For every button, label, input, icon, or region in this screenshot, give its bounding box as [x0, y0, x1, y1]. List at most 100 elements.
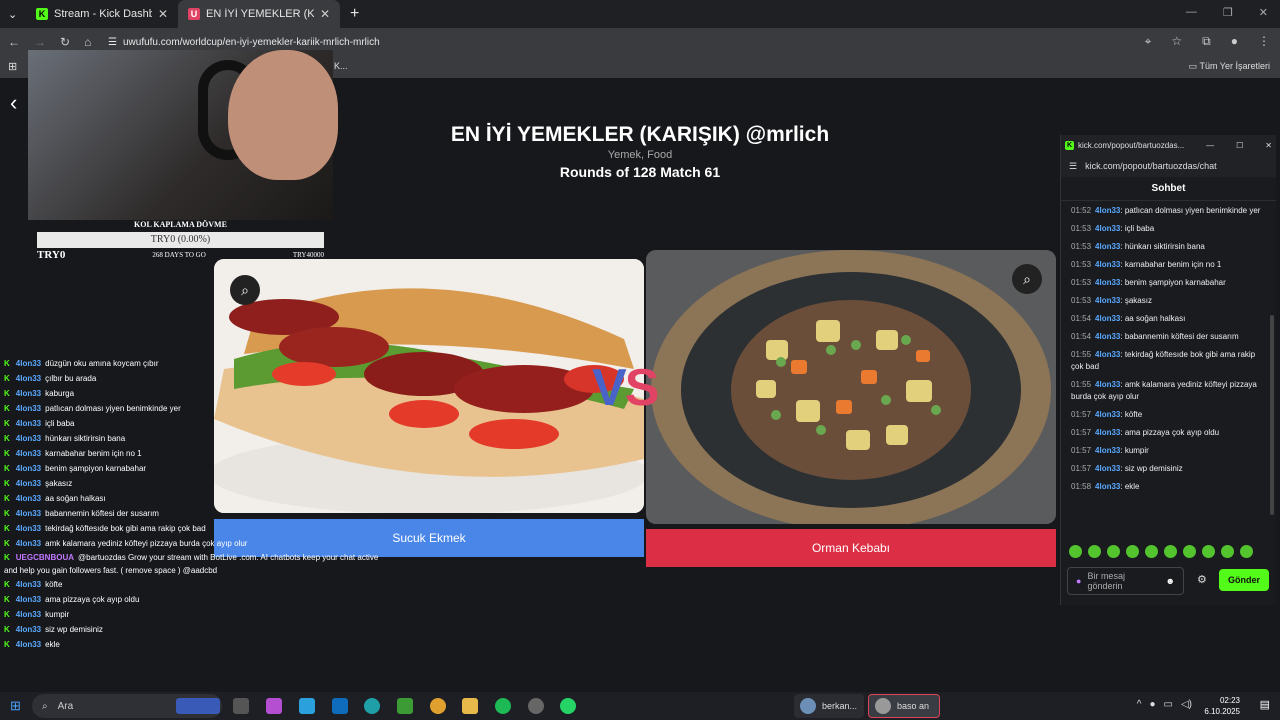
chat-username[interactable]: 4lon33 — [1095, 350, 1120, 359]
bookmark-star-icon[interactable]: ☆ — [1171, 34, 1182, 49]
chat-username[interactable]: 4lon33 — [16, 449, 41, 458]
reload-icon[interactable]: ↻ — [60, 35, 70, 49]
chat-username[interactable]: 4lon33 — [1095, 260, 1120, 269]
chrome-icon[interactable] — [430, 698, 446, 714]
chat-username[interactable]: 4lon33 — [16, 464, 41, 473]
volume-icon[interactable]: ◁) — [1181, 699, 1192, 710]
forward-icon[interactable]: → — [34, 35, 46, 49]
chat-username[interactable]: 4lon33 — [1095, 410, 1120, 419]
chat-username[interactable]: 4lon33 — [1095, 278, 1120, 287]
new-tab-button[interactable]: + — [340, 0, 366, 28]
minimize-icon[interactable]: — — [1206, 141, 1214, 150]
back-icon[interactable]: ← — [8, 35, 20, 49]
emote-icon[interactable] — [1240, 545, 1253, 558]
emote-icon[interactable] — [1088, 545, 1101, 558]
chat-username[interactable]: 4lon33 — [16, 419, 41, 428]
chat-username[interactable]: 4lon33 — [1095, 314, 1120, 323]
url-field[interactable]: ☰ uwufufu.com/worldcup/en-iyi-yemekler-k… — [108, 32, 380, 52]
tab-search-button[interactable]: ⌄ — [0, 0, 26, 28]
emoji-icon[interactable]: ☻ — [1166, 576, 1175, 586]
chat-username[interactable]: 4lon33 — [1095, 296, 1120, 305]
restore-icon[interactable]: ☐ — [1236, 141, 1243, 150]
microphone-icon[interactable]: ● — [1076, 576, 1081, 586]
whatsapp-icon[interactable] — [560, 698, 576, 714]
emote-icon[interactable] — [1164, 545, 1177, 558]
chat-username[interactable]: 4lon33 — [1095, 428, 1120, 437]
chat-username[interactable]: 4lon33 — [16, 539, 41, 548]
outlook-icon[interactable] — [332, 698, 348, 714]
chat-username[interactable]: 4lon33 — [1095, 224, 1120, 233]
site-info-icon[interactable]: ☰ — [108, 37, 117, 48]
chat-username[interactable]: 4lon33 — [1095, 464, 1120, 473]
chat-username[interactable]: 4lon33 — [1095, 380, 1120, 389]
chat-input[interactable]: ● Bir mesaj gönderin ☻ — [1067, 567, 1184, 595]
spotify-icon[interactable] — [495, 698, 511, 714]
microphone-icon[interactable]: ● — [1149, 699, 1155, 710]
chat-username[interactable]: 4lon33 — [16, 389, 41, 398]
notification-icon[interactable]: ▤ — [1260, 698, 1270, 711]
chat-username[interactable]: 4lon33 — [16, 404, 41, 413]
emote-icon[interactable] — [1069, 545, 1082, 558]
minimize-icon[interactable]: — — [1186, 6, 1197, 19]
right-option-image[interactable]: ⌕ — [646, 250, 1056, 524]
chat-username[interactable]: 4lon33 — [1095, 206, 1120, 215]
tab-close-icon[interactable]: ✕ — [320, 7, 330, 21]
chat-username[interactable]: 4lon33 — [16, 640, 41, 649]
chat-username[interactable]: 4lon33 — [16, 610, 41, 619]
profile-icon[interactable]: ● — [1231, 34, 1238, 49]
close-window-icon[interactable]: ✕ — [1265, 141, 1272, 150]
chat-username[interactable]: 4lon33 — [16, 359, 41, 368]
network-icon[interactable]: ▭ — [1164, 699, 1173, 710]
restore-icon[interactable]: ❐ — [1223, 6, 1233, 19]
bookmark-partial[interactable]: K... — [334, 61, 348, 71]
site-info-icon[interactable]: ☰ — [1069, 161, 1077, 172]
windows-start-icon[interactable]: ⊞ — [10, 698, 21, 714]
chat-username[interactable]: 4lon33 — [16, 509, 41, 518]
taskbar-app-2[interactable]: baso an — [868, 694, 940, 718]
send-button[interactable]: Gönder — [1219, 569, 1269, 591]
menu-icon[interactable]: ⋮ — [1258, 34, 1270, 49]
home-icon[interactable]: ⌂ — [84, 35, 91, 49]
close-window-icon[interactable]: ✕ — [1259, 6, 1268, 19]
task-view-icon[interactable] — [233, 698, 249, 714]
emote-icon[interactable] — [1183, 545, 1196, 558]
obs-icon[interactable] — [528, 698, 544, 714]
chevron-up-icon[interactable]: ^ — [1137, 699, 1142, 710]
translate-icon[interactable]: ⌖ — [1145, 34, 1152, 49]
emote-icon[interactable] — [1221, 545, 1234, 558]
zoom-icon[interactable]: ⌕ — [1012, 264, 1042, 294]
gear-icon[interactable]: ⚙ — [1197, 573, 1207, 586]
chat-username[interactable]: 4lon33 — [16, 625, 41, 634]
emote-icon[interactable] — [1145, 545, 1158, 558]
tab-uwufufu[interactable]: U EN İYİ YEMEKLER (KARIŞIK) @m ✕ — [178, 0, 340, 28]
chat-username[interactable]: 4lon33 — [16, 580, 41, 589]
edge-icon[interactable] — [364, 698, 380, 714]
chat-username[interactable]: 4lon33 — [1095, 332, 1120, 341]
tab-kick-dashboard[interactable]: K Stream - Kick Dashboard ✕ — [26, 0, 178, 28]
back-arrow-icon[interactable]: ‹ — [10, 90, 17, 116]
chat-username[interactable]: 4lon33 — [16, 494, 41, 503]
tab-close-icon[interactable]: ✕ — [158, 7, 168, 21]
zoom-icon[interactable]: ⌕ — [230, 275, 260, 305]
extensions-icon[interactable]: ⧉ — [1202, 34, 1211, 49]
chat-scrollbar[interactable] — [1270, 315, 1274, 515]
chat-username[interactable]: 4lon33 — [1095, 482, 1120, 491]
search-highlight-icon[interactable] — [176, 698, 220, 714]
right-choice-button[interactable]: Orman Kebabı — [646, 529, 1056, 567]
apps-grid-icon[interactable]: ⊞ — [8, 60, 17, 73]
emote-icon[interactable] — [1107, 545, 1120, 558]
chat-username[interactable]: 4lon33 — [16, 524, 41, 533]
store-icon[interactable] — [299, 698, 315, 714]
chat-username[interactable]: 4lon33 — [1095, 242, 1120, 251]
chat-username[interactable]: 4lon33 — [16, 374, 41, 383]
chat-username[interactable]: 4lon33 — [16, 479, 41, 488]
chat-username[interactable]: 4lon33 — [16, 434, 41, 443]
all-bookmarks-button[interactable]: ▭ Tüm Yer İşaretleri — [1189, 61, 1270, 72]
nvidia-icon[interactable] — [397, 698, 413, 714]
file-explorer-icon[interactable] — [462, 698, 478, 714]
clock[interactable]: 02:23 6.10.2025 — [1204, 695, 1240, 717]
taskbar-app-1[interactable]: berkan... — [794, 694, 864, 718]
chat-username[interactable]: 4lon33 — [16, 595, 41, 604]
emote-icon[interactable] — [1202, 545, 1215, 558]
copilot-icon[interactable] — [266, 698, 282, 714]
